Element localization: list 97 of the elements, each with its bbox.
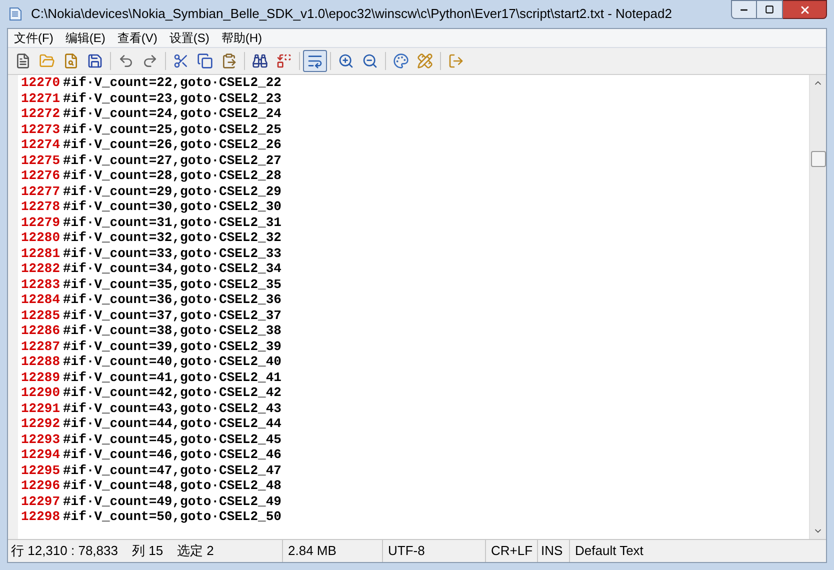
line-number: 12274 bbox=[20, 136, 61, 154]
code-line: #if·V_count=50,goto·CSEL2_50 bbox=[63, 508, 282, 526]
line-number: 12284 bbox=[20, 291, 61, 309]
code-line: #if·V_count=25,goto·CSEL2_25 bbox=[63, 120, 282, 138]
line-number: 12295 bbox=[20, 462, 61, 480]
code-line: #if·V_count=30,goto·CSEL2_30 bbox=[63, 198, 282, 216]
status-size: 2.84 MB bbox=[288, 542, 336, 560]
line-number: 12287 bbox=[20, 338, 61, 356]
menu-item[interactable]: 帮助(H) bbox=[215, 29, 268, 47]
cut-icon bbox=[173, 53, 189, 69]
status-position: 行 12,310 : 78,833 bbox=[11, 542, 118, 560]
maximize-icon bbox=[765, 5, 774, 14]
vertical-scrollbar[interactable] bbox=[809, 75, 826, 539]
paste-icon bbox=[221, 53, 237, 69]
status-encoding: UTF-8 bbox=[388, 542, 425, 560]
line-number: 12288 bbox=[20, 353, 61, 371]
code-line: #if·V_count=24,goto·CSEL2_24 bbox=[63, 105, 282, 123]
line-number: 12297 bbox=[20, 492, 61, 510]
zoom-out-icon bbox=[362, 53, 378, 69]
maximize-button[interactable] bbox=[757, 0, 783, 19]
file-search-icon bbox=[63, 53, 79, 69]
line-number: 12291 bbox=[20, 400, 61, 418]
line-number: 12294 bbox=[20, 446, 61, 464]
line-number: 12273 bbox=[20, 120, 61, 138]
line-number: 12285 bbox=[20, 306, 61, 324]
menu-item[interactable]: 编辑(E) bbox=[59, 29, 112, 47]
code-line: #if·V_count=23,goto·CSEL2_23 bbox=[63, 90, 282, 107]
code-line: #if·V_count=44,goto·CSEL2_44 bbox=[63, 415, 282, 433]
code-line: #if·V_count=42,goto·CSEL2_42 bbox=[63, 384, 282, 402]
binoculars-icon bbox=[252, 53, 268, 69]
line-number: 12283 bbox=[20, 276, 61, 294]
zoom-in-icon bbox=[338, 53, 354, 69]
code-line: #if·V_count=32,goto·CSEL2_32 bbox=[63, 229, 282, 247]
line-number: 12280 bbox=[20, 229, 61, 247]
redo-icon bbox=[142, 53, 158, 69]
status-column: 列 15 bbox=[132, 541, 164, 561]
copy-icon bbox=[197, 53, 213, 69]
line-number: 12293 bbox=[20, 430, 61, 448]
code-line: #if·V_count=40,goto·CSEL2_40 bbox=[63, 353, 282, 371]
document-icon bbox=[15, 53, 31, 69]
line-number: 12276 bbox=[20, 167, 61, 185]
exit-icon bbox=[448, 53, 464, 69]
code-line: #if·V_count=39,goto·CSEL2_39 bbox=[63, 338, 282, 355]
menu-item[interactable]: 文件(F) bbox=[8, 29, 60, 47]
code-line: #if·V_count=35,goto·CSEL2_35 bbox=[63, 276, 282, 293]
code-line: #if·V_count=29,goto·CSEL2_29 bbox=[63, 182, 282, 200]
code-line: #if·V_count=28,goto·CSEL2_28 bbox=[63, 167, 282, 185]
menu-item[interactable]: 设置(S) bbox=[163, 29, 216, 47]
code-line: #if·V_count=38,goto·CSEL2_38 bbox=[63, 322, 282, 340]
replace-icon bbox=[276, 53, 292, 69]
code-line: #if·V_count=49,goto·CSEL2_49 bbox=[63, 492, 282, 510]
menu-item[interactable]: 查看(V) bbox=[111, 29, 164, 47]
notepad-icon bbox=[7, 6, 23, 22]
line-number: 12289 bbox=[20, 368, 61, 386]
code-line: #if·V_count=27,goto·CSEL2_27 bbox=[63, 152, 282, 169]
code-line: #if·V_count=31,goto·CSEL2_31 bbox=[63, 214, 282, 231]
window-title: C:\Nokia\devices\Nokia_Symbian_Belle_SDK_v1.0\epoc32\winscw\c\Python\Ever17\script\start2.txt - Notepad2 bbox=[31, 5, 672, 24]
line-number: 12271 bbox=[20, 90, 61, 108]
code-line: #if·V_count=36,goto·CSEL2_36 bbox=[63, 291, 282, 309]
toolbar-button[interactable] bbox=[303, 50, 327, 72]
line-number: 12277 bbox=[20, 182, 61, 200]
code-line: #if·V_count=26,goto·CSEL2_26 bbox=[63, 136, 282, 154]
close-button[interactable] bbox=[783, 0, 827, 19]
palette-icon bbox=[393, 53, 409, 69]
line-number: 12270 bbox=[20, 75, 61, 92]
line-number: 12292 bbox=[20, 415, 61, 433]
code-line: #if·V_count=47,goto·CSEL2_47 bbox=[63, 462, 282, 479]
line-number: 12286 bbox=[20, 322, 61, 340]
code-line: #if·V_count=45,goto·CSEL2_45 bbox=[63, 430, 282, 448]
undo-icon bbox=[118, 53, 134, 69]
pencil-ruler-icon bbox=[417, 53, 433, 69]
code-line: #if·V_count=37,goto·CSEL2_37 bbox=[63, 306, 282, 324]
status-line-endings: CR+LF bbox=[491, 542, 533, 560]
wrap-text-icon bbox=[307, 53, 323, 69]
line-number: 12282 bbox=[20, 260, 61, 278]
code-line: #if·V_count=48,goto·CSEL2_48 bbox=[63, 477, 282, 495]
code-line: #if·V_count=43,goto·CSEL2_43 bbox=[63, 400, 282, 417]
line-number: 12290 bbox=[20, 384, 61, 402]
code-line: #if·V_count=46,goto·CSEL2_46 bbox=[63, 446, 282, 464]
line-number: 12275 bbox=[20, 152, 61, 170]
scroll-thumb[interactable] bbox=[810, 151, 826, 167]
code-line: #if·V_count=41,goto·CSEL2_41 bbox=[63, 368, 282, 386]
line-number: 12296 bbox=[20, 477, 61, 495]
code-line: #if·V_count=34,goto·CSEL2_34 bbox=[63, 260, 282, 278]
code-line: #if·V_count=22,goto·CSEL2_22 bbox=[63, 75, 282, 92]
status-scheme: Default Text bbox=[575, 542, 644, 560]
status-mode: INS bbox=[541, 542, 563, 560]
line-number: 12279 bbox=[20, 214, 61, 232]
close-icon bbox=[798, 4, 810, 16]
line-number: 12278 bbox=[20, 198, 61, 216]
save-icon bbox=[87, 53, 103, 69]
line-number: 12272 bbox=[20, 105, 61, 123]
folder-icon bbox=[39, 53, 55, 69]
line-number: 12281 bbox=[20, 244, 61, 262]
line-number: 12298 bbox=[20, 508, 61, 526]
code-line: #if·V_count=33,goto·CSEL2_33 bbox=[63, 244, 282, 262]
status-selection: 选定 2 bbox=[177, 542, 214, 560]
